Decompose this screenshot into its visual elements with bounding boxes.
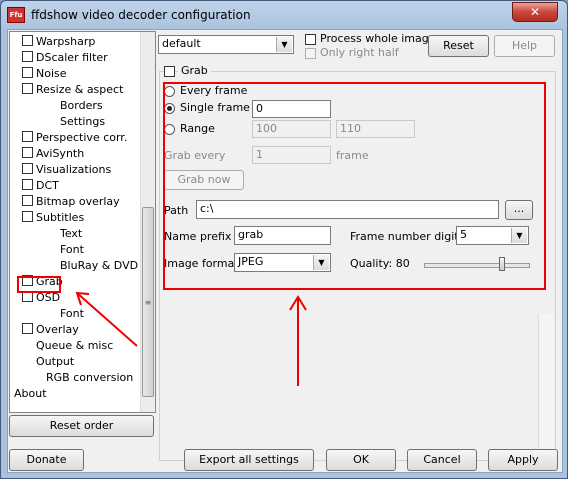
sidebar-item-checkbox[interactable]	[22, 163, 33, 174]
sidebar-item-checkbox[interactable]	[22, 83, 33, 94]
sidebar-item-overlay[interactable]: Overlay	[22, 322, 79, 338]
process-whole-image-label: Process whole image	[320, 32, 436, 45]
sidebar-item-checkbox[interactable]	[22, 131, 33, 142]
sidebar-item-checkbox[interactable]	[22, 323, 33, 334]
filter-tree[interactable]: Warpsharp DScaler filter Noise Resize & asp…	[9, 31, 156, 413]
sidebar-item-queue-misc[interactable]: Queue & misc	[36, 338, 113, 354]
sidebar-item-dct[interactable]: DCT	[22, 178, 59, 194]
sidebar-item-output[interactable]: Output	[36, 354, 74, 370]
sidebar-item-label: Bitmap overlay	[36, 195, 120, 208]
sidebar-item-label: DScaler filter	[36, 51, 108, 64]
sidebar-item-checkbox[interactable]	[22, 51, 33, 62]
sidebar-item-label: AviSynth	[36, 147, 85, 160]
sidebar-item-font[interactable]: Font	[60, 306, 84, 322]
sidebar-item-checkbox[interactable]	[22, 35, 33, 46]
cancel-button[interactable]: Cancel	[407, 449, 477, 471]
sidebar-item-label: Font	[60, 243, 84, 256]
sidebar-item-about[interactable]: About	[14, 386, 47, 402]
dialog-body: Warpsharp DScaler filter Noise Resize & asp…	[7, 29, 563, 473]
sidebar-item-label: Settings	[60, 115, 106, 128]
sidebar-item-label: Noise	[36, 67, 67, 80]
sidebar-item-borders[interactable]: Borders	[60, 98, 103, 114]
sidebar-item-label: Output	[36, 355, 75, 368]
sidebar-item-dscaler-filter[interactable]: DScaler filter	[22, 50, 108, 66]
close-button[interactable]: ✕	[512, 2, 558, 22]
sidebar-item-checkbox[interactable]	[22, 211, 33, 222]
sidebar-item-label: DCT	[36, 179, 59, 192]
settings-scrollbar[interactable]	[538, 314, 554, 457]
title-bar[interactable]: Ffu ffdshow video decoder configuration …	[1, 1, 567, 29]
export-settings-button[interactable]: Export all settings	[184, 449, 314, 471]
preset-value: default	[162, 37, 201, 50]
tree-scrollbar[interactable]: ≡	[140, 32, 155, 412]
sidebar-item-label: Perspective corr.	[36, 131, 128, 144]
sidebar-item-bluray-dvd[interactable]: BluRay & DVD	[60, 258, 138, 274]
sidebar-item-warpsharp[interactable]: Warpsharp	[22, 34, 95, 50]
sidebar-item-bitmap-overlay[interactable]: Bitmap overlay	[22, 194, 120, 210]
sidebar-item-font[interactable]: Font	[60, 242, 84, 258]
sidebar-item-visualizations[interactable]: Visualizations	[22, 162, 111, 178]
grab-enable-checkbox[interactable]	[164, 66, 175, 77]
sidebar-item-label: Subtitles	[36, 211, 85, 224]
sidebar-item-label: RGB conversion	[46, 371, 134, 384]
sidebar-item-checkbox[interactable]	[22, 67, 33, 78]
sidebar-item-text[interactable]: Text	[60, 226, 82, 242]
sidebar-item-checkbox[interactable]	[22, 195, 33, 206]
reset-order-button[interactable]: Reset order	[9, 415, 154, 437]
grab-group-title: Grab	[178, 64, 211, 77]
tree-scrollbar-thumb[interactable]: ≡	[142, 207, 154, 397]
sidebar-item-label: Overlay	[36, 323, 79, 336]
apply-button[interactable]: Apply	[488, 449, 558, 471]
sidebar-item-label: Resize & aspect	[36, 83, 124, 96]
app-icon: Ffu	[7, 7, 25, 23]
sidebar-item-label: About	[14, 387, 47, 400]
grab-settings-highlight	[163, 82, 546, 290]
only-right-half-label: Only right half	[320, 46, 399, 59]
grab-highlight-box	[17, 276, 61, 293]
sidebar-item-rgb-conversion[interactable]: RGB conversion	[46, 370, 133, 386]
sidebar-item-label: Queue & misc	[36, 339, 114, 352]
sidebar-item-label: Warpsharp	[36, 35, 96, 48]
sidebar-item-avisynth[interactable]: AviSynth	[22, 146, 84, 162]
sidebar-item-label: Visualizations	[36, 163, 112, 176]
only-right-half-checkbox[interactable]	[305, 48, 316, 59]
sidebar-item-label: BluRay & DVD	[60, 259, 139, 272]
help-button[interactable]: Help	[494, 35, 555, 57]
process-whole-image-checkbox[interactable]	[305, 34, 316, 45]
ok-button[interactable]: OK	[326, 449, 396, 471]
reset-button[interactable]: Reset	[428, 35, 489, 57]
sidebar-item-label: Font	[60, 307, 84, 320]
sidebar-item-perspective-corr[interactable]: Perspective corr.	[22, 130, 127, 146]
sidebar-item-checkbox[interactable]	[22, 179, 33, 190]
main-window: Ffu ffdshow video decoder configuration …	[0, 0, 568, 479]
donate-button[interactable]: Donate	[9, 449, 84, 471]
preset-select[interactable]: default ▼	[158, 35, 294, 54]
sidebar-item-noise[interactable]: Noise	[22, 66, 67, 82]
sidebar-item-label: Borders	[60, 99, 103, 112]
window-title: ffdshow video decoder configuration	[31, 8, 251, 22]
chevron-down-icon: ▼	[276, 37, 292, 52]
sidebar-item-checkbox[interactable]	[22, 147, 33, 158]
sidebar-item-settings[interactable]: Settings	[60, 114, 105, 130]
sidebar-item-resize-aspect[interactable]: Resize & aspect	[22, 82, 123, 98]
sidebar-item-label: Text	[60, 227, 83, 240]
sidebar-item-subtitles[interactable]: Subtitles	[22, 210, 84, 226]
